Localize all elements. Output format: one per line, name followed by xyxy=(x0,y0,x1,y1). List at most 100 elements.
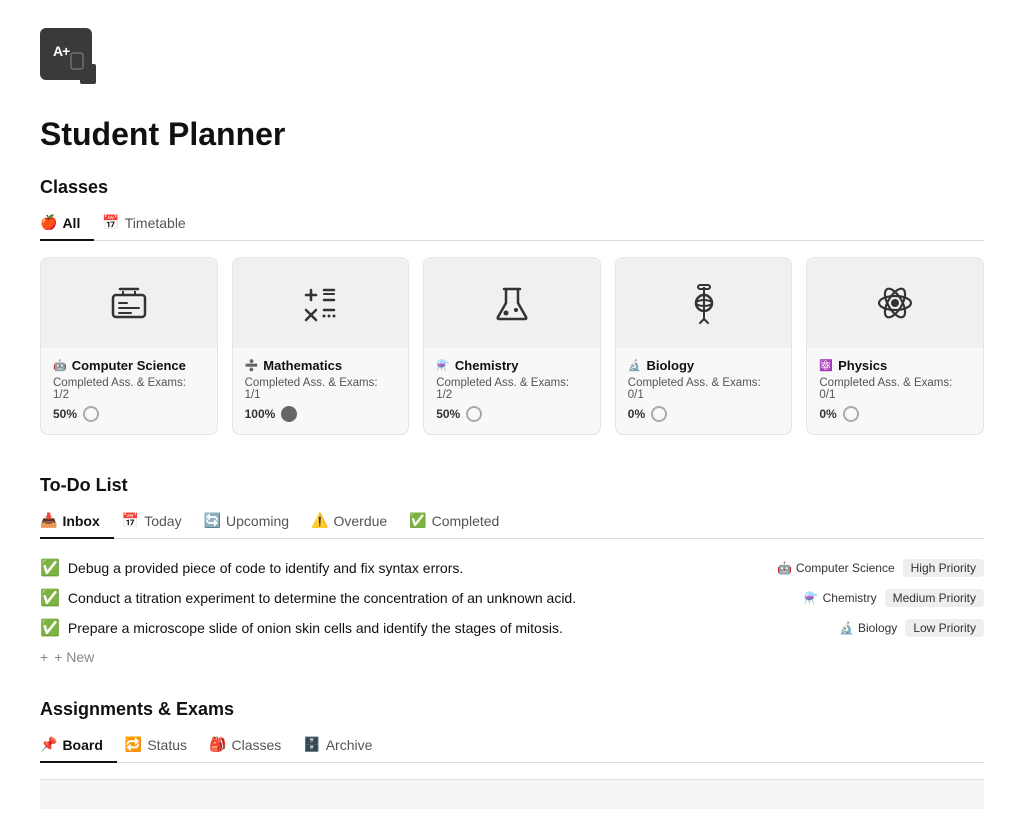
today-tab-icon: 📅 xyxy=(122,512,139,529)
bio-card-body: 🔬 Biology Completed Ass. & Exams: 0/1 0% xyxy=(616,348,792,434)
timetable-tab-icon: 📅 xyxy=(102,214,119,231)
math-icon-area xyxy=(233,258,409,348)
overdue-tab-icon: ⚠️ xyxy=(311,512,328,529)
phys-icon xyxy=(871,279,919,327)
bio-completed: Completed Ass. & Exams: 0/1 xyxy=(628,377,780,401)
phys-completed: Completed Ass. & Exams: 0/1 xyxy=(819,377,971,401)
math-card-name: ➗ Mathematics xyxy=(245,358,397,373)
classes-section-title: Classes xyxy=(40,177,984,198)
inbox-tab-icon: 📥 xyxy=(40,512,57,529)
chem-icon xyxy=(488,279,536,327)
cs-completed: Completed Ass. & Exams: 1/2 xyxy=(53,377,205,401)
priority-badge-1: Medium Priority xyxy=(885,589,984,607)
phys-card-body: ⚛️ Physics Completed Ass. & Exams: 0/1 0… xyxy=(807,348,983,434)
math-progress: 100% xyxy=(245,406,397,422)
phys-progress: 0% xyxy=(819,406,971,422)
assignments-section: Assignments & Exams 📌 Board 🔁 Status 🎒 C… xyxy=(40,699,984,809)
archive-tab-icon: 🗄️ xyxy=(303,736,320,753)
math-card-body: ➗ Mathematics Completed Ass. & Exams: 1/… xyxy=(233,348,409,434)
class-card-bio[interactable]: 🔬 Biology Completed Ass. & Exams: 0/1 0% xyxy=(615,257,793,435)
todo-section-title: To-Do List xyxy=(40,475,984,496)
todo-check-2[interactable]: ✅ xyxy=(40,618,60,638)
bio-icon xyxy=(680,279,728,327)
todo-item-1: ✅ Conduct a titration experiment to dete… xyxy=(40,583,984,613)
chem-card-body: ⚗️ Chemistry Completed Ass. & Exams: 1/2… xyxy=(424,348,600,434)
chem-progress-circle xyxy=(466,406,482,422)
assignments-tabs: 📌 Board 🔁 Status 🎒 Classes 🗄️ Archive xyxy=(40,730,984,763)
class-card-cs[interactable]: 🤖 Computer Science Completed Ass. & Exam… xyxy=(40,257,218,435)
math-progress-circle xyxy=(281,406,297,422)
classes-section: Classes 🍎 All 📅 Timetable xyxy=(40,177,984,443)
assignments-board-area xyxy=(40,779,984,809)
todo-subject-icon-2: 🔬 xyxy=(839,621,854,635)
new-todo-icon: + xyxy=(40,649,48,665)
cs-small-icon: 🤖 xyxy=(53,359,67,372)
classes-tabs: 🍎 All 📅 Timetable xyxy=(40,208,984,241)
app-logo: A+ xyxy=(40,28,92,80)
math-completed: Completed Ass. & Exams: 1/1 xyxy=(245,377,397,401)
chem-small-icon: ⚗️ xyxy=(436,359,450,372)
todo-text-1: Conduct a titration experiment to determ… xyxy=(68,590,576,606)
phys-icon-area xyxy=(807,258,983,348)
tab-overdue[interactable]: ⚠️ Overdue xyxy=(311,506,401,539)
bio-card-name: 🔬 Biology xyxy=(628,358,780,373)
todo-subject-2[interactable]: 🔬 Biology xyxy=(839,621,897,635)
todo-subject-icon-0: 🤖 xyxy=(777,561,792,575)
todo-subject-icon-1: ⚗️ xyxy=(804,591,819,605)
tab-upcoming[interactable]: 🔄 Upcoming xyxy=(204,506,303,539)
cs-card-body: 🤖 Computer Science Completed Ass. & Exam… xyxy=(41,348,217,434)
classes-grid: 🤖 Computer Science Completed Ass. & Exam… xyxy=(40,257,984,443)
chem-progress: 50% xyxy=(436,406,588,422)
board-tab-icon: 📌 xyxy=(40,736,57,753)
upcoming-tab-icon: 🔄 xyxy=(204,512,221,529)
todo-subject-0[interactable]: 🤖 Computer Science xyxy=(777,561,895,575)
cs-progress: 50% xyxy=(53,406,205,422)
logo-text: A+ xyxy=(48,34,84,74)
class-card-chem[interactable]: ⚗️ Chemistry Completed Ass. & Exams: 1/2… xyxy=(423,257,601,435)
phys-small-icon: ⚛️ xyxy=(819,359,833,372)
completed-tab-icon: ✅ xyxy=(409,512,426,529)
chem-card-name: ⚗️ Chemistry xyxy=(436,358,588,373)
class-card-math[interactable]: ➗ Mathematics Completed Ass. & Exams: 1/… xyxy=(232,257,410,435)
tab-status[interactable]: 🔁 Status xyxy=(125,730,201,763)
todo-section: To-Do List 📥 Inbox 📅 Today 🔄 Upcoming ⚠️… xyxy=(40,475,984,671)
tab-today[interactable]: 📅 Today xyxy=(122,506,196,539)
tab-archive[interactable]: 🗄️ Archive xyxy=(303,730,386,763)
tab-timetable[interactable]: 📅 Timetable xyxy=(102,208,199,241)
class-card-phys[interactable]: ⚛️ Physics Completed Ass. & Exams: 0/1 0… xyxy=(806,257,984,435)
new-todo-label: + New xyxy=(54,649,94,665)
all-tab-icon: 🍎 xyxy=(40,214,57,231)
phys-progress-circle xyxy=(843,406,859,422)
logo-area: A+ xyxy=(40,0,984,96)
tab-classes[interactable]: 🎒 Classes xyxy=(209,730,295,763)
chem-completed: Completed Ass. & Exams: 1/2 xyxy=(436,377,588,401)
chem-icon-area xyxy=(424,258,600,348)
cs-card-name: 🤖 Computer Science xyxy=(53,358,205,373)
bio-small-icon: 🔬 xyxy=(628,359,642,372)
cs-progress-circle xyxy=(83,406,99,422)
todo-subject-1[interactable]: ⚗️ Chemistry xyxy=(804,591,877,605)
tab-completed[interactable]: ✅ Completed xyxy=(409,506,513,539)
cs-icon xyxy=(105,279,153,327)
todo-tabs: 📥 Inbox 📅 Today 🔄 Upcoming ⚠️ Overdue ✅ … xyxy=(40,506,984,539)
classes-tab-icon: 🎒 xyxy=(209,736,226,753)
math-icon xyxy=(296,279,344,327)
todo-text-2: Prepare a microscope slide of onion skin… xyxy=(68,620,563,636)
page-title: Student Planner xyxy=(40,116,984,153)
todo-check-1[interactable]: ✅ xyxy=(40,588,60,608)
todo-check-0[interactable]: ✅ xyxy=(40,558,60,578)
bio-progress: 0% xyxy=(628,406,780,422)
priority-badge-2: Low Priority xyxy=(905,619,984,637)
svg-text:A+: A+ xyxy=(53,43,70,59)
bio-progress-circle xyxy=(651,406,667,422)
todo-item-2: ✅ Prepare a microscope slide of onion sk… xyxy=(40,613,984,643)
math-small-icon: ➗ xyxy=(245,359,259,372)
tab-board[interactable]: 📌 Board xyxy=(40,730,117,763)
cs-icon-area xyxy=(41,258,217,348)
phys-card-name: ⚛️ Physics xyxy=(819,358,971,373)
todo-item-0: ✅ Debug a provided piece of code to iden… xyxy=(40,553,984,583)
bio-icon-area xyxy=(616,258,792,348)
tab-inbox[interactable]: 📥 Inbox xyxy=(40,506,114,539)
tab-all[interactable]: 🍎 All xyxy=(40,208,94,241)
new-todo-button[interactable]: + + New xyxy=(40,643,984,671)
